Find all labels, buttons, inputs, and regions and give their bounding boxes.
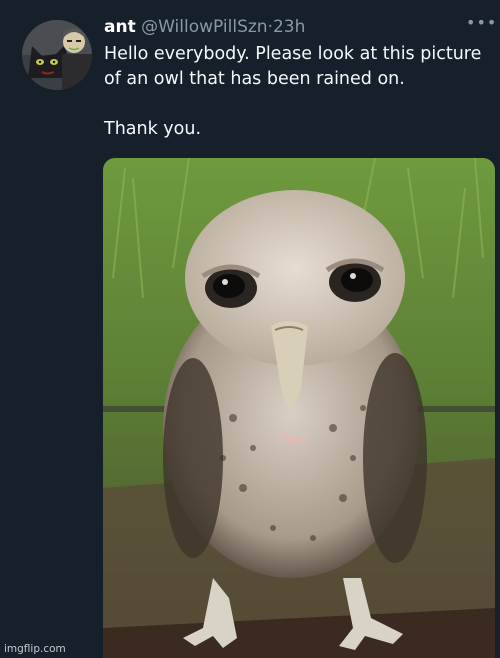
tweet-text-line: of an owl that has been rained on. bbox=[104, 69, 405, 89]
tweet-text-line: Hello everybody. Please look at this pic… bbox=[104, 44, 482, 64]
tweet-header: ant @WillowPillSzn·23h bbox=[104, 15, 500, 39]
timestamp[interactable]: 23h bbox=[273, 17, 305, 37]
avatar[interactable] bbox=[22, 20, 92, 90]
tweet-text-line: Thank you. bbox=[104, 119, 202, 139]
imgflip-watermark: imgflip.com bbox=[4, 643, 66, 655]
user-handle[interactable]: @WillowPillSzn bbox=[141, 17, 267, 37]
tweet-card[interactable]: ant @WillowPillSzn·23h ••• Hello everybo… bbox=[0, 0, 500, 658]
tweet-text: Hello everybody. Please look at this pic… bbox=[104, 42, 496, 142]
owl-photo bbox=[103, 158, 495, 658]
display-name[interactable]: ant bbox=[104, 17, 136, 37]
tweet-media[interactable] bbox=[103, 158, 495, 658]
more-icon[interactable]: ••• bbox=[466, 13, 496, 33]
avatar-image bbox=[22, 20, 92, 90]
